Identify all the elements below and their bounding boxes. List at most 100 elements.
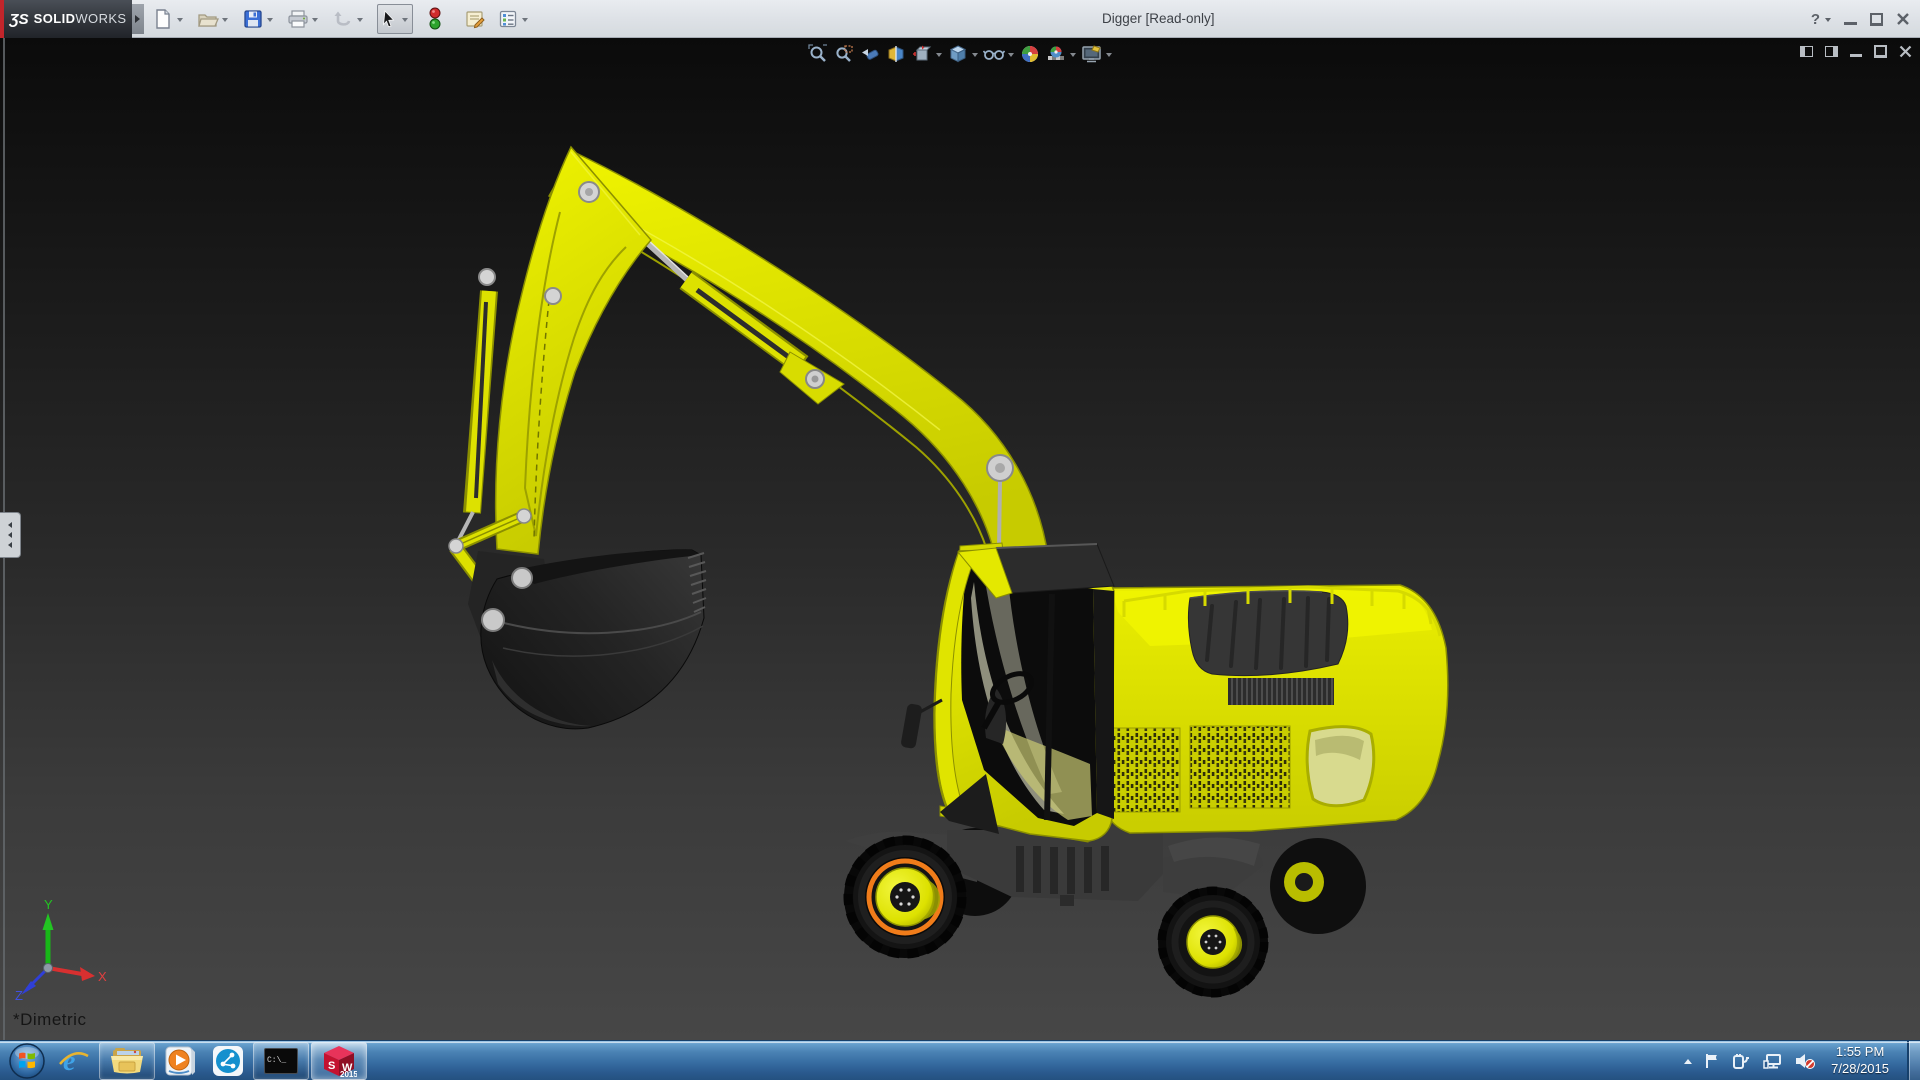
- show-hidden-icons-button[interactable]: [1684, 1055, 1693, 1064]
- menu-expander-button[interactable]: [132, 4, 144, 34]
- annotation-views-icon: [913, 45, 932, 61]
- view-settings-icon: [1082, 45, 1101, 63]
- axis-z-label: Z: [15, 988, 23, 1003]
- taskbar-item-solidworks-2015[interactable]: S W 2015: [311, 1041, 367, 1080]
- view-orientation-label: *Dimetric: [13, 1010, 87, 1029]
- file-properties-icon: [466, 11, 485, 29]
- taskbar-item-share-app[interactable]: [204, 1041, 252, 1080]
- options-dropdown[interactable]: [522, 17, 528, 25]
- main-toolbar: [150, 0, 533, 38]
- file-properties-button[interactable]: [462, 5, 488, 33]
- view-settings-dropdown[interactable]: [1106, 52, 1112, 60]
- window-title: Digger [Read-only]: [1102, 11, 1215, 26]
- print-dropdown[interactable]: [312, 17, 318, 25]
- options-button[interactable]: [495, 5, 521, 33]
- show-right-pane-button[interactable]: [1825, 46, 1838, 57]
- model-engine-cover[interactable]: [1187, 590, 1349, 677]
- view-settings-button[interactable]: [1080, 42, 1104, 66]
- select-tool[interactable]: [377, 4, 413, 34]
- folder-icon: [111, 1047, 143, 1073]
- view-orientation-dropdown[interactable]: [972, 52, 978, 60]
- new-document-button[interactable]: [150, 5, 176, 33]
- model-far-rear-wheel[interactable]: [1270, 838, 1366, 934]
- clock-time: 1:55 PM: [1835, 1043, 1885, 1059]
- zoom-to-area-button[interactable]: [832, 42, 856, 66]
- tray-clock[interactable]: 1:55 PM 7/28/2015: [1831, 1044, 1889, 1078]
- display-style-glasses-icon: [983, 50, 1005, 60]
- help-button[interactable]: ?: [1811, 11, 1820, 28]
- model-engine-housing[interactable]: [1061, 584, 1449, 834]
- display-style-dropdown[interactable]: [1008, 52, 1014, 60]
- edit-appearance-ball-icon: [1022, 46, 1038, 62]
- power-plug-icon[interactable]: [1732, 1052, 1752, 1070]
- model-rear-wheel[interactable]: [1157, 886, 1269, 998]
- annotation-views-button[interactable]: [910, 42, 934, 66]
- model-mirror: [901, 703, 922, 749]
- undo-icon: [334, 11, 351, 26]
- apply-scene-icon: [1048, 46, 1064, 60]
- interference-stoplight-button[interactable]: [422, 5, 448, 33]
- model-cab-roof: [995, 543, 1115, 594]
- model-front-wheel[interactable]: [843, 835, 967, 959]
- model-cab[interactable]: [900, 543, 1115, 842]
- show-left-pane-button[interactable]: [1800, 46, 1813, 57]
- doc-minimize-button[interactable]: [1850, 53, 1862, 57]
- display-style-button[interactable]: [982, 42, 1006, 66]
- help-dropdown[interactable]: [1825, 17, 1831, 25]
- restore-button[interactable]: [1870, 12, 1883, 26]
- apply-scene-button[interactable]: [1044, 42, 1068, 66]
- taskbar-item-command-prompt[interactable]: C:\_: [253, 1041, 309, 1080]
- view-orientation-cube-icon: [949, 45, 967, 63]
- graphics-viewport[interactable]: Z X Y *Dimetric: [0, 38, 1920, 1040]
- taskbar-item-media-player[interactable]: [156, 1041, 204, 1080]
- open-button[interactable]: [195, 5, 221, 33]
- brand-works: WORKS: [75, 11, 127, 26]
- select-dropdown[interactable]: [402, 17, 408, 25]
- view-orientation-button[interactable]: [946, 42, 970, 66]
- stoplight-icon: [429, 7, 441, 30]
- doc-close-button[interactable]: [1899, 45, 1912, 58]
- section-view-button[interactable]: [884, 42, 908, 66]
- annotation-views-dropdown[interactable]: [936, 52, 942, 60]
- network-icon[interactable]: [1763, 1052, 1783, 1070]
- media-player-icon: [165, 1046, 195, 1075]
- options-checklist-icon: [499, 10, 517, 28]
- apply-scene-dropdown[interactable]: [1070, 52, 1076, 60]
- model-scene: Z X Y: [15, 145, 1449, 1003]
- axis-y-label: Y: [44, 897, 53, 912]
- excavator-model[interactable]: [448, 145, 1449, 998]
- solidworks-logo: ƷS SOLIDWORKS: [4, 0, 132, 38]
- taskbar-item-windows-explorer[interactable]: [99, 1041, 155, 1080]
- edit-appearance-button[interactable]: [1018, 42, 1042, 66]
- chevron-left-icon: [5, 522, 12, 528]
- zoom-to-area-icon: [836, 45, 853, 62]
- zoom-to-fit-button[interactable]: [806, 42, 830, 66]
- command-prompt-icon: C:\_: [264, 1047, 298, 1074]
- show-desktop-button[interactable]: [1907, 1040, 1920, 1080]
- new-dropdown[interactable]: [177, 17, 183, 25]
- brand-solid: SOLID: [33, 11, 76, 26]
- chevron-right-icon: [135, 15, 144, 23]
- taskbar-item-internet-explorer[interactable]: e: [50, 1041, 98, 1080]
- minimize-button[interactable]: [1844, 21, 1857, 25]
- undo-dropdown[interactable]: [357, 17, 363, 25]
- section-view-icon: [888, 46, 904, 62]
- save-dropdown[interactable]: [267, 17, 273, 25]
- save-button[interactable]: [240, 5, 266, 33]
- action-center-flag-icon[interactable]: [1703, 1052, 1721, 1070]
- print-button[interactable]: [285, 5, 311, 33]
- volume-muted-icon[interactable]: [1794, 1052, 1816, 1070]
- svg-text:S: S: [328, 1060, 335, 1072]
- model-bucket[interactable]: [468, 549, 707, 730]
- open-dropdown[interactable]: [222, 17, 228, 25]
- command-prompt-text: C:\_: [267, 1055, 287, 1065]
- orientation-triad: Z X Y: [15, 897, 107, 1003]
- start-button[interactable]: [4, 1041, 50, 1080]
- svg-text:2015: 2015: [340, 1070, 357, 1078]
- feature-manager-collapsed-tab[interactable]: [0, 512, 21, 558]
- undo-button[interactable]: [330, 5, 356, 33]
- close-button[interactable]: [1896, 12, 1910, 26]
- previous-view-button[interactable]: [858, 42, 882, 66]
- zoom-to-fit-icon: [808, 44, 827, 62]
- doc-restore-button[interactable]: [1874, 45, 1887, 58]
